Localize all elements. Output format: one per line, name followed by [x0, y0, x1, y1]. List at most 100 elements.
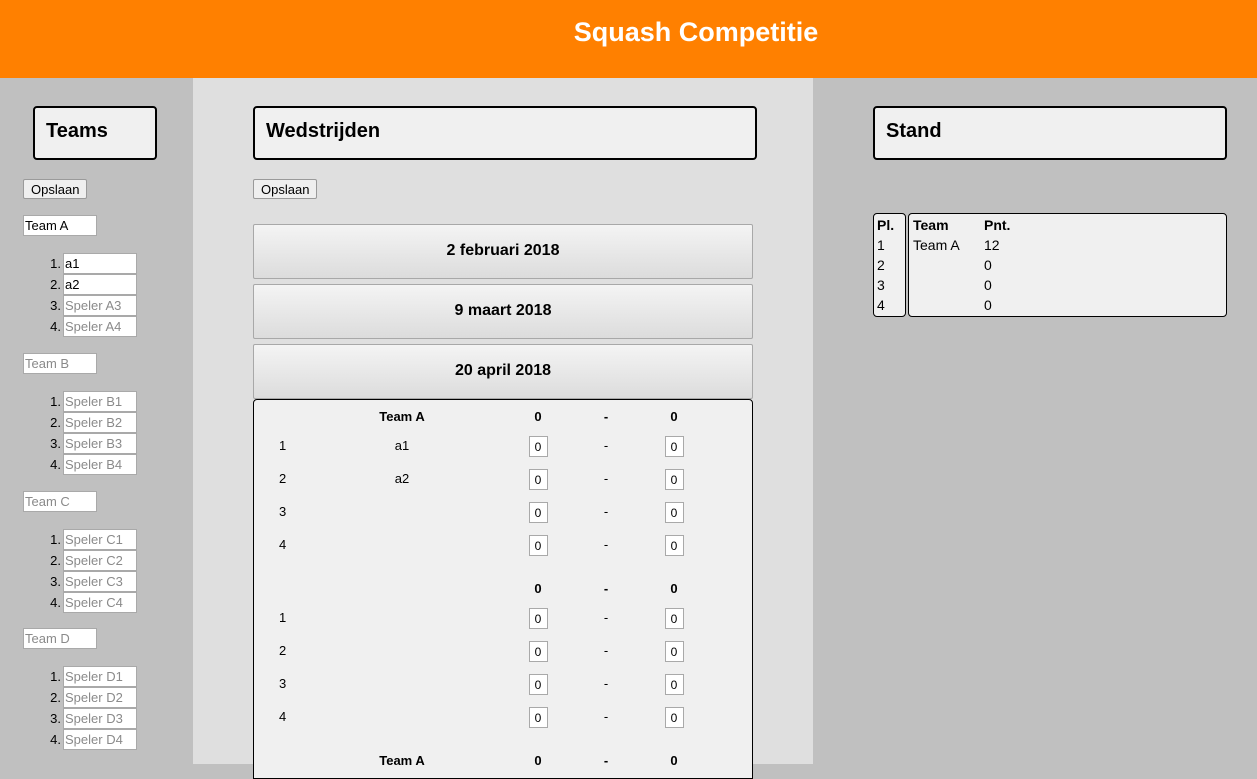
score-separator: -: [603, 676, 609, 691]
home-total: 0: [534, 753, 542, 768]
standings-row: 0: [913, 297, 1226, 317]
player-input[interactable]: [63, 592, 137, 613]
standings-table: Team Pnt. Team A 12 0 0 0: [908, 213, 1227, 317]
matches-title: Wedstrijden: [253, 106, 757, 160]
player-input[interactable]: [63, 412, 137, 433]
home-total: 0: [534, 409, 542, 424]
home-score-input[interactable]: [528, 469, 548, 490]
home-score-input[interactable]: [528, 641, 548, 662]
points-cell: 0: [984, 277, 992, 293]
standings-row: 0: [913, 257, 1226, 277]
player-number: 3.: [50, 574, 61, 589]
teams-column: Teams Opslaan 1. 2. 3. 4. 1. 2. 3. 4. 1.…: [0, 78, 193, 764]
player-input[interactable]: [63, 529, 137, 550]
team-block-a: 1. 2. 3. 4.: [23, 215, 137, 337]
team-name-input[interactable]: [23, 628, 97, 649]
standings-title: Stand: [873, 106, 1227, 160]
row-number: 3: [279, 504, 287, 519]
app-title: Squash Competitie: [573, 17, 819, 47]
away-score-input[interactable]: [664, 674, 684, 695]
score-separator: -: [603, 504, 609, 519]
player-input[interactable]: [63, 571, 137, 592]
away-score-input[interactable]: [664, 535, 684, 556]
player-input[interactable]: [63, 666, 137, 687]
away-score-input[interactable]: [664, 502, 684, 523]
away-score-input[interactable]: [664, 608, 684, 629]
place-cell: 4: [877, 297, 885, 313]
row-number: 2: [279, 471, 287, 486]
player-number: 1.: [50, 532, 61, 547]
player-input[interactable]: [63, 295, 137, 316]
row-number: 2: [279, 643, 287, 658]
player-input[interactable]: [63, 729, 137, 750]
score-separator: -: [603, 709, 609, 724]
match-date-tab[interactable]: 20 april 2018: [253, 344, 753, 399]
teams-title: Teams: [33, 106, 157, 160]
row-number: 1: [279, 438, 287, 453]
score-separator: -: [603, 643, 609, 658]
matches-column: Wedstrijden Opslaan 2 februari 2018 9 ma…: [193, 78, 813, 779]
player-number: 3.: [50, 711, 61, 726]
game-header-row: 0 - 0: [254, 579, 752, 599]
game-row: 1 a1 -: [254, 436, 752, 457]
player-number: 2.: [50, 553, 61, 568]
game-row: 4 -: [254, 707, 752, 728]
home-score-input[interactable]: [528, 608, 548, 629]
away-score-input[interactable]: [664, 436, 684, 457]
away-score-input[interactable]: [664, 641, 684, 662]
player-number: 3.: [50, 436, 61, 451]
points-header: Pnt.: [984, 217, 1011, 233]
place-cell: 1: [877, 237, 885, 253]
away-score-input[interactable]: [664, 469, 684, 490]
player-input[interactable]: [63, 253, 137, 274]
player-number: 1.: [50, 256, 61, 271]
save-matches-button[interactable]: Opslaan: [253, 179, 318, 199]
home-score-input[interactable]: [528, 502, 548, 523]
player-number: 2.: [50, 277, 61, 292]
away-total: 0: [670, 409, 678, 424]
home-score-input[interactable]: [528, 535, 548, 556]
match-date-tab[interactable]: 2 februari 2018: [253, 224, 753, 279]
team-block-c: 1. 2. 3. 4.: [23, 491, 137, 613]
game-row: 3 -: [254, 674, 752, 695]
save-teams-button[interactable]: Opslaan: [23, 179, 88, 199]
player-input[interactable]: [63, 454, 137, 475]
player-number: 4.: [50, 457, 61, 472]
player-input[interactable]: [63, 433, 137, 454]
player-number: 4.: [50, 732, 61, 747]
player-number: 1.: [50, 669, 61, 684]
score-separator: -: [603, 409, 609, 424]
game-row: 4 -: [254, 535, 752, 556]
home-team-name: Team A: [379, 409, 425, 424]
game-row: 3 -: [254, 502, 752, 523]
app-header: Squash Competitie: [0, 0, 1257, 78]
place-cell: 3: [877, 277, 885, 293]
player-input[interactable]: [63, 687, 137, 708]
player-input[interactable]: [63, 316, 137, 337]
match-date-tab[interactable]: 9 maart 2018: [253, 284, 753, 339]
home-score-input[interactable]: [528, 436, 548, 457]
away-total: 0: [670, 581, 678, 596]
player-number: 2.: [50, 690, 61, 705]
game-row: 1 -: [254, 608, 752, 629]
score-separator: -: [603, 537, 609, 552]
player-number: 2.: [50, 415, 61, 430]
standings-place-column: Pl. 1 2 3 4: [873, 213, 906, 317]
player-input[interactable]: [63, 708, 137, 729]
home-total: 0: [534, 581, 542, 596]
player-number: 4.: [50, 319, 61, 334]
team-name-input[interactable]: [23, 353, 97, 374]
home-score-input[interactable]: [528, 674, 548, 695]
team-header: Team: [913, 217, 949, 233]
player-input[interactable]: [63, 274, 137, 295]
home-score-input[interactable]: [528, 707, 548, 728]
row-number: 3: [279, 676, 287, 691]
player-input[interactable]: [63, 550, 137, 571]
standings-row: 0: [913, 277, 1226, 297]
away-score-input[interactable]: [664, 707, 684, 728]
standings-header-row: Team Pnt.: [913, 217, 1226, 237]
team-name-input[interactable]: [23, 491, 97, 512]
team-name-input[interactable]: [23, 215, 97, 236]
home-team-name: Team A: [379, 753, 425, 768]
player-input[interactable]: [63, 391, 137, 412]
